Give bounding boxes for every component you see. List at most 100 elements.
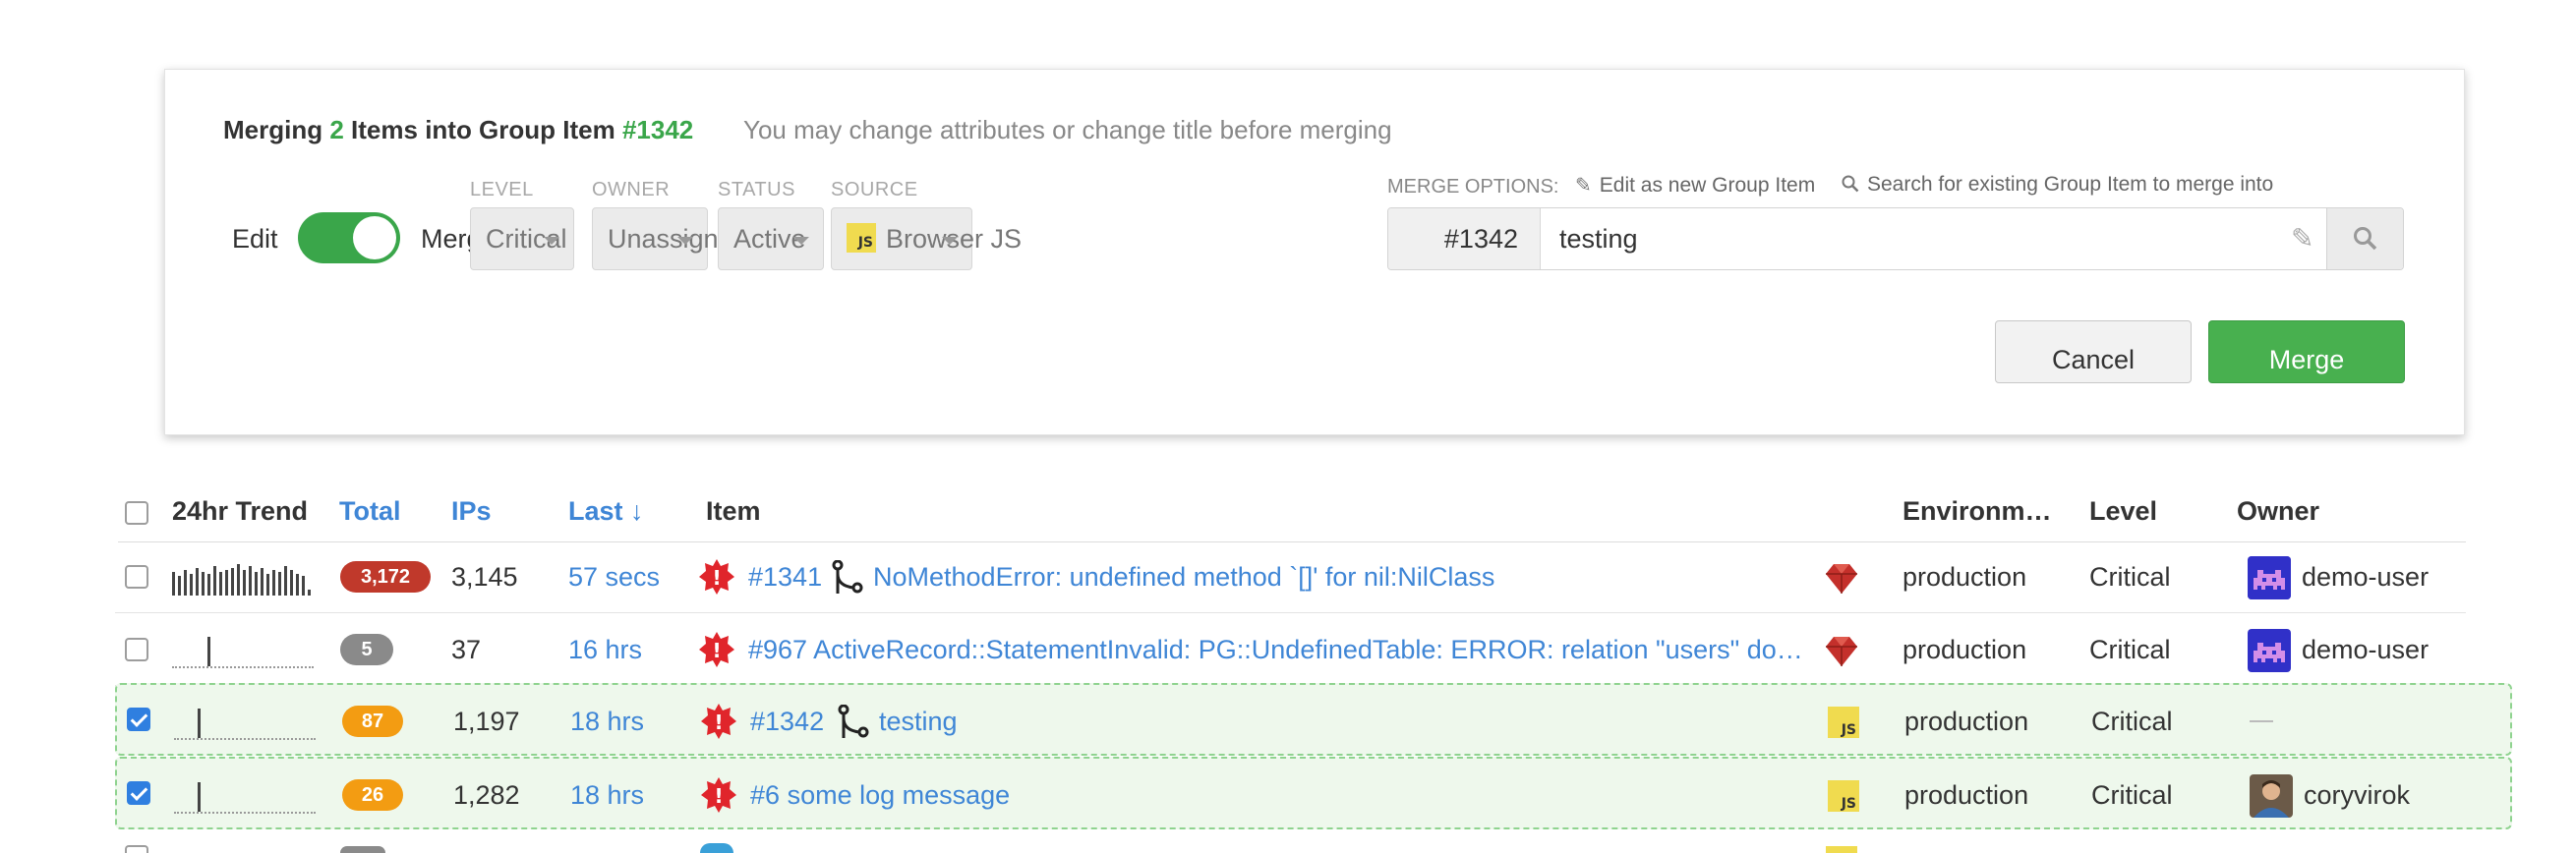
environment-value: production xyxy=(1904,707,2029,736)
merge-dialog: Merging 2 Items into Group Item #1342 Yo… xyxy=(164,69,2465,435)
owner-name[interactable]: demo-user xyxy=(2302,635,2429,665)
search-existing-label: Search for existing Group Item to merge … xyxy=(1867,173,2274,196)
trend-sparkline xyxy=(172,631,314,668)
group-title-input[interactable] xyxy=(1559,224,2248,255)
group-id-prefix: #1342 xyxy=(1388,208,1541,269)
header-total[interactable]: Total xyxy=(339,496,401,527)
item-id-link[interactable]: #1342 xyxy=(750,707,824,737)
header-ips[interactable]: IPs xyxy=(451,496,492,527)
space-invader-avatar xyxy=(2248,629,2291,672)
item-title-link[interactable]: NoMethodError: undefined method `[]' for… xyxy=(873,562,1494,593)
environment-value: production xyxy=(1903,562,2027,592)
chevron-down-icon xyxy=(677,237,693,245)
row-checkbox[interactable] xyxy=(125,638,148,661)
environment-value: production xyxy=(1903,635,2027,664)
header-trend: 24hr Trend xyxy=(172,496,309,526)
item-link[interactable]: #6 some log message xyxy=(750,780,1010,811)
search-icon xyxy=(2354,227,2377,251)
row-checkbox[interactable] xyxy=(125,565,148,589)
total-badge: 87 xyxy=(342,706,403,737)
pencil-icon[interactable]: ✎ xyxy=(2291,222,2313,255)
pencil-icon: ✎ xyxy=(1575,175,1592,197)
row-checkbox[interactable] xyxy=(127,781,150,805)
javascript-icon: JS xyxy=(1828,707,1859,738)
error-level-icon: ! xyxy=(699,632,734,667)
level-label: LEVEL xyxy=(470,179,534,200)
ips-count: 1,197 xyxy=(453,707,520,736)
row-checkbox[interactable] xyxy=(127,708,150,731)
merged-group-icon xyxy=(832,560,863,594)
chevron-down-icon xyxy=(544,237,559,245)
ruby-icon xyxy=(1826,564,1857,594)
title-middle: Items into Group Item xyxy=(351,115,615,144)
select-all-checkbox[interactable] xyxy=(125,501,148,525)
owner-select[interactable]: Unassigned xyxy=(592,207,748,270)
svg-text:!: ! xyxy=(714,711,723,734)
source-label: SOURCE xyxy=(831,179,918,200)
edit-merge-toggle[interactable] xyxy=(298,212,400,263)
cancel-button[interactable]: Cancel xyxy=(1995,320,2192,383)
item-id-link[interactable]: #1341 xyxy=(748,562,822,593)
last-seen-link[interactable]: 16 hrs xyxy=(568,635,642,665)
group-title-field: #1342 ✎ xyxy=(1387,207,2404,270)
search-group-button[interactable] xyxy=(2326,208,2403,269)
source-select[interactable]: JS Browser JS xyxy=(831,207,1022,270)
level-value: Critical xyxy=(2091,780,2173,810)
chevron-down-icon xyxy=(942,237,958,245)
total-badge: 5 xyxy=(340,634,393,665)
owner-label: OWNER xyxy=(592,179,671,200)
trend-sparkline xyxy=(174,776,316,814)
trend-sparkline xyxy=(172,558,314,596)
photo-avatar xyxy=(2250,774,2293,818)
svg-text:!: ! xyxy=(712,639,721,662)
merge-button[interactable]: Merge xyxy=(2208,320,2405,383)
edit-mode-label: Edit xyxy=(232,224,278,254)
level-value: Critical xyxy=(2089,562,2171,592)
item-title-link[interactable]: testing xyxy=(879,707,958,737)
item-title-link[interactable]: some log message xyxy=(788,780,1011,810)
item-id-link[interactable]: #967 xyxy=(748,635,807,664)
table-row-selected[interactable]: 26 1,282 18 hrs ! #6 some log message JS… xyxy=(115,757,2512,829)
title-prefix: Merging xyxy=(223,115,323,144)
item-link[interactable]: #967 ActiveRecord::StatementInvalid: PG:… xyxy=(748,635,1803,665)
environment-value: production xyxy=(1904,780,2029,810)
last-seen-link[interactable]: 18 hrs xyxy=(570,780,644,811)
search-existing-option[interactable]: Search for existing Group Item to merge … xyxy=(1842,173,2273,197)
row-checkbox-partial[interactable] xyxy=(125,845,148,853)
status-select[interactable]: Active xyxy=(718,207,824,270)
header-last[interactable]: Last ↓ xyxy=(568,496,644,527)
owner-name[interactable]: demo-user xyxy=(2302,562,2429,593)
header-last-label: Last xyxy=(568,496,623,526)
last-seen-link[interactable]: 57 secs xyxy=(568,562,660,593)
toggle-knob xyxy=(353,216,396,259)
javascript-icon: JS xyxy=(847,223,876,254)
item-title-link[interactable]: ActiveRecord::StatementInvalid: PG::Unde… xyxy=(813,635,1803,664)
item-id-link[interactable]: #6 xyxy=(750,780,780,810)
table-row[interactable]: 5 37 16 hrs ! #967 ActiveRecord::Stateme… xyxy=(115,613,2466,686)
search-icon xyxy=(1842,175,1859,193)
javascript-icon: JS xyxy=(1828,780,1859,812)
ips-count: 3,145 xyxy=(451,562,518,592)
owner-name[interactable]: coryvirok xyxy=(2304,780,2410,811)
error-level-icon: ! xyxy=(699,559,734,595)
ruby-icon xyxy=(1826,637,1857,666)
table-row-selected[interactable]: 87 1,197 18 hrs ! #1342 testing JS produ… xyxy=(115,683,2512,756)
merge-dialog-title: Merging 2 Items into Group Item #1342 xyxy=(223,115,693,145)
header-item: Item xyxy=(706,496,761,526)
space-invader-avatar xyxy=(2248,556,2291,599)
table-row[interactable]: 3,172 3,145 57 secs ! #1341 NoMethodErro… xyxy=(115,540,2466,613)
ips-count: 37 xyxy=(451,635,482,664)
total-badge: 26 xyxy=(342,779,403,811)
ips-count: 1,282 xyxy=(453,780,520,810)
level-value: Critical xyxy=(2091,707,2173,736)
level-value: Critical xyxy=(2089,635,2171,664)
header-level: Level xyxy=(2089,496,2158,526)
javascript-icon-partial xyxy=(1826,846,1857,853)
unassigned-owner xyxy=(2250,720,2273,722)
merged-group-icon xyxy=(838,705,869,738)
level-select[interactable]: Critical xyxy=(470,207,574,270)
last-seen-link[interactable]: 18 hrs xyxy=(570,707,644,737)
total-badge-partial xyxy=(340,846,385,853)
info-level-icon-partial xyxy=(700,843,733,853)
edit-as-new-option[interactable]: ✎ Edit as new Group Item xyxy=(1575,173,1815,198)
